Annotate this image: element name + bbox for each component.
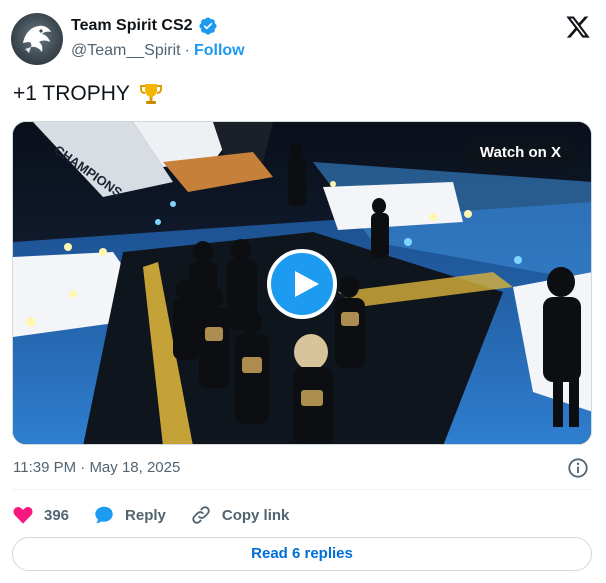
reply-bubble-icon <box>95 506 113 524</box>
x-logo-icon[interactable] <box>565 14 591 40</box>
reply-label: Reply <box>125 506 166 524</box>
play-button[interactable] <box>267 249 337 319</box>
spirit-logo-icon <box>23 25 51 53</box>
info-icon[interactable] <box>567 457 589 479</box>
author-handle[interactable]: @Team__Spirit <box>71 42 181 60</box>
action-bar: 396 Reply Copy link <box>12 502 313 528</box>
reply-button[interactable]: Reply <box>93 504 166 526</box>
play-icon <box>295 271 319 297</box>
author-name-row: Team Spirit CS2 <box>71 16 218 36</box>
avatar[interactable] <box>11 13 63 65</box>
tweet-text: +1 TROPHY <box>13 81 164 107</box>
like-button[interactable]: 396 <box>12 504 69 526</box>
follow-button[interactable]: Follow <box>194 42 245 60</box>
post-date: May 18, 2025 <box>89 459 181 476</box>
post-card: Team Spirit CS2 @Team__Spirit · Follow +… <box>0 0 606 583</box>
copy-link-label: Copy link <box>221 506 290 524</box>
timestamp-separator: · <box>80 459 86 476</box>
likes-count: 396 <box>44 506 70 524</box>
watch-on-x-button[interactable]: Watch on X <box>463 136 577 170</box>
author-display-name[interactable]: Team Spirit CS2 <box>71 17 193 35</box>
tweet-body: +1 TROPHY <box>13 82 130 105</box>
post-timestamp[interactable]: 11:39 PM · May 18, 2025 <box>13 459 180 476</box>
link-icon <box>192 506 210 524</box>
video-media[interactable]: CHAMPIONS Watch on X <box>12 121 592 445</box>
read-replies-button[interactable]: Read 6 replies <box>12 537 592 571</box>
author-handle-row: @Team__Spirit · Follow <box>71 42 245 60</box>
post-time: 11:39 PM <box>13 459 77 476</box>
divider <box>12 489 592 490</box>
heart-icon <box>13 506 33 524</box>
trophy-icon <box>139 84 162 104</box>
handle-separator: · <box>184 42 190 59</box>
copy-link-button[interactable]: Copy link <box>190 504 290 526</box>
verified-badge-icon <box>198 17 217 35</box>
